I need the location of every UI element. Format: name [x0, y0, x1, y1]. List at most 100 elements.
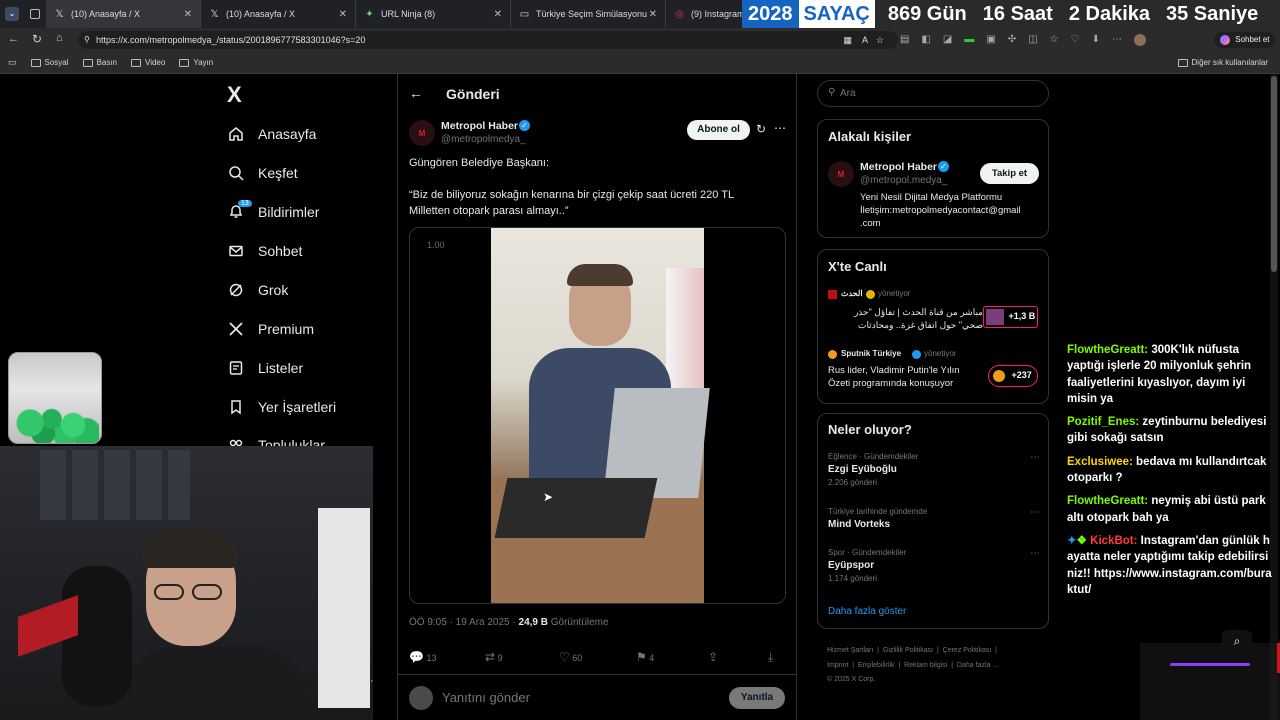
download-icon[interactable]: ⤓ [768, 650, 773, 665]
nav-home[interactable]: Anasayfa [228, 123, 316, 145]
chat-icon[interactable]: ⌕ [1222, 630, 1252, 652]
more-icon[interactable]: ⋯ [1112, 34, 1122, 46]
trend-item[interactable]: Spor · Gündemdekiler Eyüpspor 1.174 gönd… [828, 548, 1040, 588]
close-tab-icon[interactable]: ✕ [184, 9, 192, 20]
back-icon[interactable]: ← [8, 33, 19, 45]
nav-premium[interactable]: Premium [228, 318, 314, 340]
jar-gems [13, 403, 99, 443]
footer-links[interactable]: Hizmet Şartları | Gizlilik Politikası | … [827, 644, 1052, 659]
reload-icon[interactable]: ↻ [32, 32, 42, 46]
live-item[interactable]: الحدث yönetiyor مباشر من قناة الحدث | تف… [828, 289, 1040, 339]
author-name[interactable]: Metropol Haber [441, 120, 518, 132]
nav-label: Listeler [258, 360, 304, 376]
webcam-more-icon[interactable]: ⋯ [370, 676, 373, 687]
video-player[interactable]: 1.00 ➤ [409, 227, 786, 604]
post-text-line: “Biz de biliyoruz sokağın kenarına bir ç… [409, 189, 735, 201]
nav-bookmarks[interactable]: Yer İşaretleri [228, 396, 336, 418]
like-button[interactable]: ♡ 60 [559, 650, 582, 664]
apps-icon[interactable]: ▦ [843, 31, 852, 49]
reply-button[interactable]: 💬 13 [409, 650, 436, 664]
sputnik-logo-icon [993, 369, 1005, 382]
folder-icon [1177, 58, 1188, 67]
sputnik-logo-icon [828, 350, 837, 359]
address-input[interactable]: ⚲ https://x.com/metropolmedya_/status/20… [78, 31, 898, 49]
other-bookmarks[interactable]: Diğer sık kullanılanlar [1177, 58, 1268, 67]
trend-item[interactable]: Eğlence · Gündemdekiler Ezgi Eyüboğlu 2.… [828, 452, 1040, 492]
extension-icon[interactable]: ◪ [943, 34, 952, 46]
subscribe-button[interactable]: Abone ol [687, 120, 750, 140]
bookmark-folder[interactable]: Video [131, 58, 165, 67]
x-logo-icon[interactable]: X [227, 82, 242, 108]
scrollbar-thumb[interactable] [1271, 76, 1277, 272]
nav-chat[interactable]: Sohbet [228, 240, 302, 262]
browser-tab[interactable]: 𝕏 (10) Anasayfa / X ✕ [201, 0, 356, 28]
related-handle[interactable]: @metropol.medya_ [860, 175, 947, 186]
trend-context: Spor · Gündemdekiler [828, 548, 907, 557]
collections-icon[interactable]: ♡ [1071, 34, 1080, 46]
bookmark-folder[interactable]: Sosyal [30, 58, 69, 67]
favorite-star-icon[interactable]: ☆ [876, 31, 884, 49]
share-icon[interactable]: ⇪ [708, 650, 718, 664]
more-options-icon[interactable]: ⋯ [1030, 507, 1040, 518]
author-handle[interactable]: @metropolmedya_ [441, 134, 526, 145]
live-title-line: Özeti programında konuşuyor [828, 378, 954, 389]
nav-explore[interactable]: Keşfet [228, 162, 298, 184]
countdown-overlay: 2028 SAYAÇ 869 Gün 16 Saat 2 Dakika 35 S… [742, 0, 1280, 28]
more-options-icon[interactable]: ⋯ [1030, 548, 1040, 559]
related-name[interactable]: Metropol Haber [860, 161, 937, 173]
bookmark-folder[interactable]: Basın [82, 58, 117, 67]
wall-frames [40, 450, 190, 520]
extension-icon[interactable]: ▤ [900, 34, 909, 46]
author-avatar[interactable]: M [409, 120, 435, 146]
puzzle-icon[interactable]: ✣ [1008, 34, 1016, 46]
live-listener-pill: +237 [988, 365, 1038, 387]
browser-tab[interactable]: 𝕏 (10) Anasayfa / X ✕ [46, 0, 201, 28]
extension-icon[interactable]: ▣ [986, 34, 995, 46]
bookmarks-menu-icon[interactable]: ▭ [8, 57, 17, 68]
post-time[interactable]: ÖÖ 9:05 · 19 Ara 2025 · [409, 617, 516, 628]
bookmark-button[interactable]: ⚑ 4 [636, 650, 654, 664]
back-arrow-icon[interactable]: ← [409, 85, 423, 101]
site-info-icon[interactable]: ⚲ [84, 31, 90, 49]
reply-submit-button[interactable]: Yanıtla [729, 687, 785, 709]
close-tab-icon[interactable]: ✕ [494, 9, 502, 20]
listener-count: +237 [1011, 370, 1032, 380]
read-aloud-icon[interactable]: A [862, 31, 868, 49]
follow-button[interactable]: Takip et [980, 163, 1039, 184]
tab-actions-menu[interactable]: ⌄ [0, 0, 24, 28]
profile-avatar[interactable] [1133, 34, 1146, 46]
search-input[interactable]: ⚲ Ara [817, 80, 1049, 107]
reply-input[interactable]: Yanıtını gönder [442, 690, 530, 705]
copilot-button[interactable]: Sohbet et [1214, 32, 1276, 48]
downloads-icon[interactable]: ⬇ [1092, 34, 1100, 46]
browser-tab[interactable]: ▭ Türkiye Seçim Simülasyonu ✕ [511, 0, 666, 28]
close-tab-icon[interactable]: ✕ [339, 9, 347, 20]
nav-grok[interactable]: Grok [228, 279, 288, 301]
show-more-link[interactable]: Daha fazla göster [828, 606, 906, 617]
view-count: 24,9 B [518, 617, 548, 628]
more-options-icon[interactable]: ⋯ [774, 121, 786, 135]
favorites-icon[interactable]: ☆ [1050, 34, 1059, 46]
repost-button[interactable]: ⇄ 9 [485, 650, 503, 664]
browser-tab[interactable]: ✦ URL Ninja (8) ✕ [356, 0, 511, 28]
footer-links[interactable]: Imprint | Erişilebilirlik | Reklam bilgi… [827, 659, 1052, 674]
grok-refresh-icon[interactable]: ↻ [756, 122, 766, 136]
home-icon[interactable]: ⌂ [56, 32, 63, 44]
nav-notifications[interactable]: 13 Bildirimler [228, 199, 319, 223]
trend-item[interactable]: Türkiye tarihinde gündemde Mind Vorteks … [828, 507, 1040, 537]
extension-icon[interactable]: ◧ [921, 34, 930, 46]
search-placeholder: Ara [840, 88, 856, 99]
bio-line: .com [860, 218, 881, 229]
split-screen-icon[interactable]: ◫ [1028, 34, 1037, 46]
more-options-icon[interactable]: ⋯ [1030, 452, 1040, 463]
nav-lists[interactable]: Listeler [228, 357, 303, 379]
trend-name: Mind Vorteks [828, 519, 891, 530]
workspaces-icon[interactable] [24, 0, 46, 28]
extension-icon[interactable]: ▬ [964, 34, 974, 46]
nav-label: Premium [258, 321, 315, 337]
bookmark-folder[interactable]: Yayın [179, 58, 213, 67]
live-item[interactable]: Sputnik Türkiye yönetiyor Rus lider, Vla… [828, 349, 1040, 399]
related-avatar[interactable]: M [828, 161, 854, 187]
close-tab-icon[interactable]: ✕ [649, 9, 657, 20]
chat-user: FlowtheGreatt: [1067, 344, 1149, 356]
